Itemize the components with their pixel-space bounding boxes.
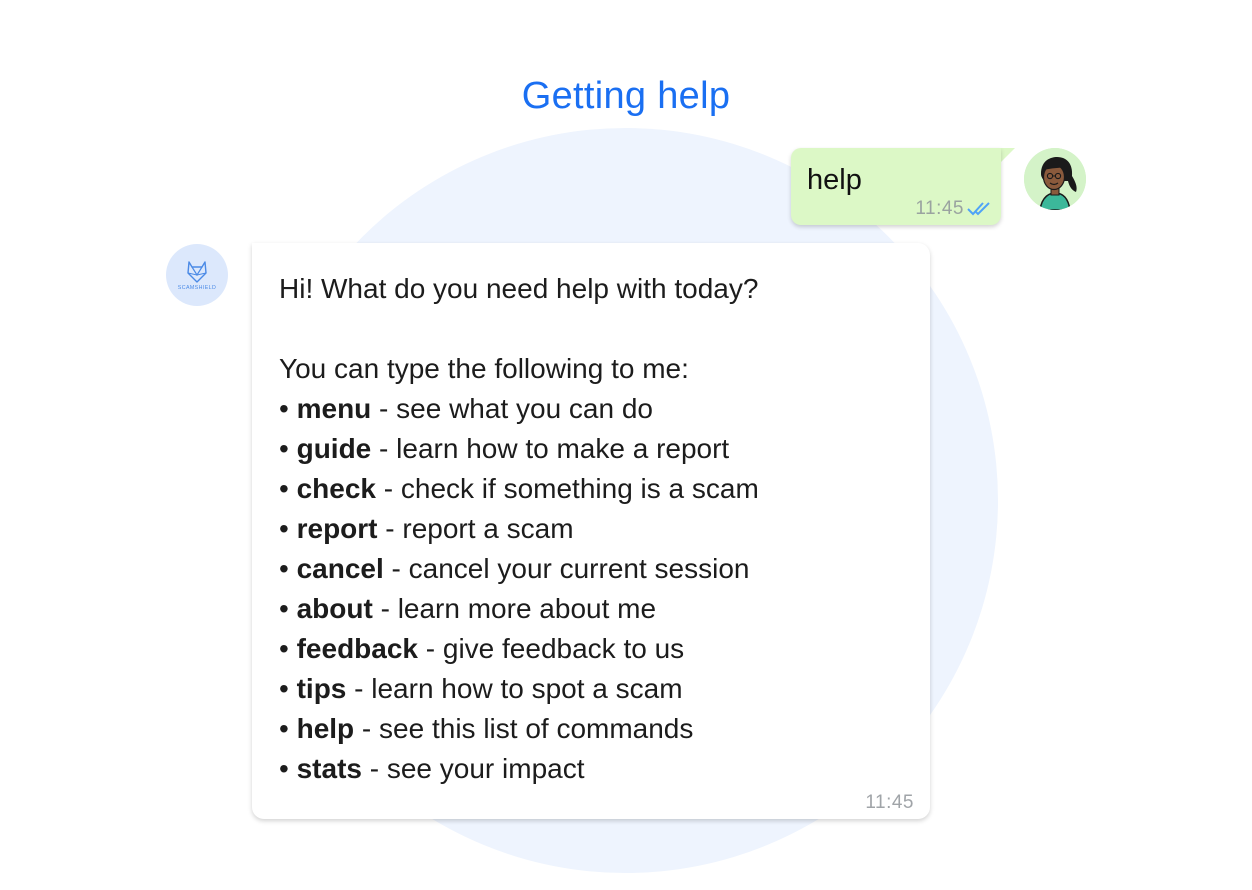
- command-item: • feedback - give feedback to us: [279, 629, 903, 669]
- woman-avatar-icon: [1024, 148, 1086, 210]
- bullet: •: [279, 593, 289, 624]
- command-item: • guide - learn how to make a report: [279, 429, 903, 469]
- command-keyword: about: [296, 593, 373, 624]
- command-keyword: menu: [296, 393, 372, 424]
- user-message-text: help: [807, 164, 862, 196]
- bot-message-bubble: Hi! What do you need help with today? Yo…: [252, 243, 930, 819]
- command-item: • report - report a scam: [279, 509, 903, 549]
- command-description: - see what you can do: [371, 393, 654, 424]
- command-keyword: cancel: [296, 553, 384, 584]
- bullet: •: [279, 473, 289, 504]
- bullet: •: [279, 393, 289, 424]
- command-description: - learn how to make a report: [371, 433, 730, 464]
- user-message-time: 11:45: [915, 198, 964, 219]
- bot-intro: You can type the following to me:: [279, 353, 689, 384]
- command-keyword: report: [296, 513, 378, 544]
- bullet: •: [279, 433, 289, 464]
- command-keyword: stats: [296, 753, 362, 784]
- command-item: • stats - see your impact: [279, 749, 903, 789]
- bot-line-spacer: [279, 309, 903, 349]
- double-check-icon: [967, 202, 990, 216]
- command-item: • help - see this list of commands: [279, 709, 903, 749]
- command-keyword: guide: [296, 433, 372, 464]
- command-item: • tips - learn how to spot a scam: [279, 669, 903, 709]
- command-description: - give feedback to us: [418, 633, 685, 664]
- bot-message-time: 11:45: [865, 792, 914, 813]
- bullet: •: [279, 713, 289, 744]
- command-description: - learn how to spot a scam: [346, 673, 683, 704]
- bullet: •: [279, 633, 289, 664]
- command-item: • cancel - cancel your current session: [279, 549, 903, 589]
- bullet: •: [279, 513, 289, 544]
- command-description: - see your impact: [361, 753, 585, 784]
- bullet: •: [279, 673, 289, 704]
- bot-avatar: SCAMSHIELD: [166, 244, 228, 306]
- command-description: - cancel your current session: [383, 553, 750, 584]
- user-avatar: [1024, 148, 1086, 210]
- command-description: - report a scam: [377, 513, 574, 544]
- command-keyword: feedback: [296, 633, 418, 664]
- bot-greeting: Hi! What do you need help with today?: [279, 273, 759, 304]
- user-message-meta: 11:45: [915, 198, 993, 220]
- command-keyword: tips: [296, 673, 347, 704]
- bot-avatar-label: SCAMSHIELD: [178, 285, 216, 291]
- bot-bubble-tail: [238, 243, 252, 257]
- command-item: • about - learn more about me: [279, 589, 903, 629]
- command-keyword: help: [296, 713, 355, 744]
- bullet: •: [279, 553, 289, 584]
- user-bubble-tail: [1001, 148, 1015, 162]
- fox-logo-icon: SCAMSHIELD: [178, 261, 216, 291]
- command-item: • check - check if something is a scam: [279, 469, 903, 509]
- bullet: •: [279, 753, 289, 784]
- command-keyword: check: [296, 473, 376, 504]
- command-description: - check if something is a scam: [376, 473, 759, 504]
- command-description: - see this list of commands: [354, 713, 694, 744]
- command-description: - learn more about me: [372, 593, 657, 624]
- page-title: Getting help: [521, 75, 731, 118]
- user-message-bubble: help 11:45: [791, 148, 1001, 225]
- command-item: • menu - see what you can do: [279, 389, 903, 429]
